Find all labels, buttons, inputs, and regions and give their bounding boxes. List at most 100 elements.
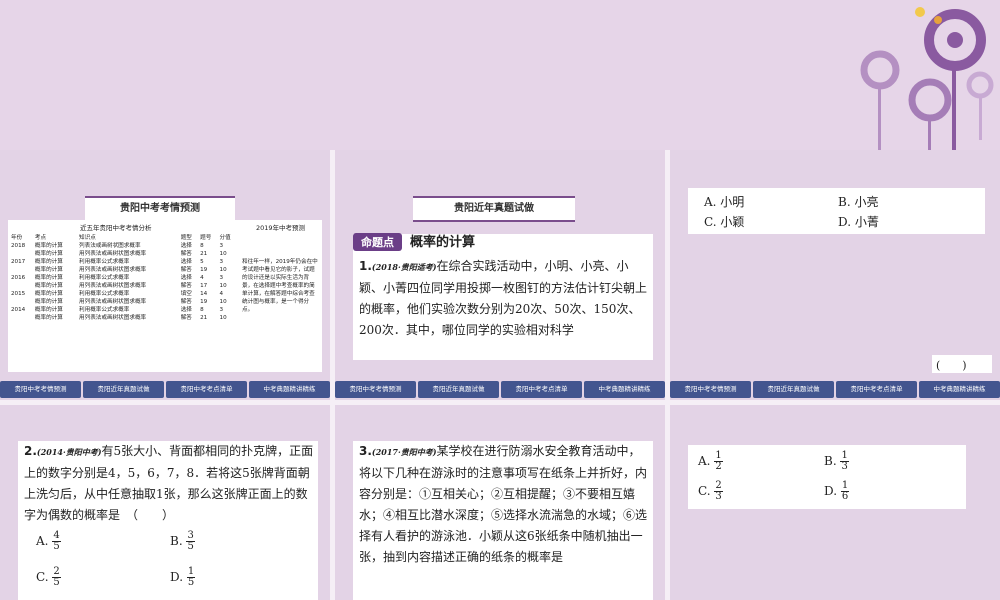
table-cell: 概率的计算 xyxy=(34,243,63,249)
table-cell: 概率的计算 xyxy=(34,291,63,297)
nav-bar: 贵阳中考考情预测 贵阳近年真题试做 贵阳中考考点清单 中考典题精讲精练 xyxy=(0,381,330,400)
table-cell: 3 xyxy=(219,275,224,281)
table-row: 2017 概率的计算 利用概率公式求概率 选择 5 3 xyxy=(10,258,238,266)
table-title: 近五年贵阳中考考情分析 xyxy=(80,224,152,232)
prediction-title: 2019年中考预测 xyxy=(256,224,306,232)
question-number: 1. xyxy=(359,259,372,273)
fraction: 12 xyxy=(714,451,723,472)
table-cell: 概率的计算 xyxy=(34,275,63,281)
table-cell: 2016 xyxy=(11,275,26,281)
table-row: 概率的计算 用列表法或画树状图求概率 解答 21 10 xyxy=(10,314,238,322)
nav-past-papers[interactable]: 贵阳近年真题试做 xyxy=(753,381,834,398)
question-1: 1.(2018·贵阳适考)在综合实践活动中，小明、小亮、小颖、小菁四位同学用投掷… xyxy=(359,256,651,341)
table-cell: 2018 xyxy=(11,243,26,249)
nav-exam-analysis[interactable]: 贵阳中考考情预测 xyxy=(0,381,81,398)
slide-banner: 贵阳近年真题试做 xyxy=(413,196,575,222)
table-cell: 3 xyxy=(219,259,224,265)
denominator: 3 xyxy=(715,491,722,502)
table-row: 概率的计算 用列表法或画树状图求概率 解答 21 10 xyxy=(10,250,238,258)
nav-typical-problems[interactable]: 中考典题精讲精练 xyxy=(584,381,665,398)
nav-exam-analysis[interactable]: 贵阳中考考情预测 xyxy=(670,381,751,398)
table-cell: 概率的计算 xyxy=(34,307,63,313)
table-cell: 10 xyxy=(219,283,227,289)
table-cell xyxy=(10,282,34,290)
table-row: 概率的计算 用列表法或画树状图求概率 解答 19 10 xyxy=(10,266,238,274)
option-c[interactable]: C. 25 xyxy=(36,567,61,588)
table-cell: 解答 xyxy=(180,251,192,257)
option-c[interactable]: C. 小颖 xyxy=(704,213,744,230)
nav-typical-problems[interactable]: 中考典题精讲精练 xyxy=(249,381,330,398)
table-row: 2015 概率的计算 利用概率公式求概率 填空 14 4 xyxy=(10,290,238,298)
table-cell: 21 xyxy=(200,315,208,321)
option-d[interactable]: D. 小菁 xyxy=(838,213,879,230)
question-1-panel: 命题点 概率的计算 1.(2018·贵阳适考)在综合实践活动中，小明、小亮、小颖、… xyxy=(353,233,653,360)
options-panel: A. 小明 B. 小亮 C. 小颖 D. 小菁 xyxy=(688,188,985,234)
fraction: 13 xyxy=(840,451,849,472)
header-number: 题号 xyxy=(200,235,212,241)
table-cell: 利用概率公式求概率 xyxy=(79,259,130,265)
denominator: 5 xyxy=(187,577,195,588)
option-a[interactable]: A. 45 xyxy=(36,531,61,552)
nav-key-points[interactable]: 贵阳中考考点清单 xyxy=(166,381,247,398)
table-cell: 概率的计算 xyxy=(34,267,63,273)
table-row: 概率的计算 用列表法或画树状图求概率 解答 17 10 xyxy=(10,282,238,290)
column-divider xyxy=(665,150,670,600)
table-cell: 选择 xyxy=(180,307,192,313)
table-cell: 解答 xyxy=(180,283,192,289)
table-cell: 概率的计算 xyxy=(34,251,63,257)
table-cell xyxy=(10,314,34,322)
nav-exam-analysis[interactable]: 贵阳中考考情预测 xyxy=(335,381,416,398)
option-label: B. xyxy=(824,454,837,468)
question-2: 2.(2014·贵阳中考)有5张大小、背面都相同的扑克牌，正面上的数字分别是4，… xyxy=(24,441,314,526)
table-cell: 利用概率公式求概率 xyxy=(79,275,130,281)
option-a[interactable]: A. 小明 xyxy=(704,193,744,210)
option-d[interactable]: D. 15 xyxy=(170,567,196,588)
denominator: 5 xyxy=(187,541,194,552)
table-cell: 选择 xyxy=(180,243,192,249)
fraction: 35 xyxy=(186,531,195,552)
table-cell: 概率的计算 xyxy=(34,299,63,305)
table-cell: 选择 xyxy=(180,259,192,265)
topic-badge: 命题点 xyxy=(353,233,402,251)
table-cell: 14 xyxy=(200,291,208,297)
table-cell: 填空 xyxy=(180,291,192,297)
options-panel: A. 12 B. 13 C. 23 D. 16 xyxy=(688,445,966,509)
table-cell: 用列表法或画树状图求概率 xyxy=(79,299,147,305)
denominator: 3 xyxy=(841,461,848,472)
denominator: 5 xyxy=(53,541,60,552)
table-cell: 4 xyxy=(219,291,224,297)
question-source: (2014·贵阳中考) xyxy=(36,447,102,457)
table-cell: 2015 xyxy=(11,291,26,297)
slide-question-2: 2.(2014·贵阳中考)有5张大小、背面都相同的扑克牌，正面上的数字分别是4，… xyxy=(0,405,330,600)
slide-question-3-options: A. 12 B. 13 C. 23 D. 16 xyxy=(670,405,1000,600)
table-cell: 10 xyxy=(219,299,227,305)
nav-past-papers[interactable]: 贵阳近年真题试做 xyxy=(83,381,164,398)
table-cell: 5 xyxy=(200,259,204,265)
nav-key-points[interactable]: 贵阳中考考点清单 xyxy=(501,381,582,398)
answer-blank: ( ) xyxy=(936,359,967,372)
option-a[interactable]: A. 12 xyxy=(698,451,723,472)
option-d[interactable]: D. 16 xyxy=(824,481,850,502)
table-cell: 解答 xyxy=(180,299,192,305)
table-cell: 列表法或画树状图求概率 xyxy=(79,243,141,249)
nav-typical-problems[interactable]: 中考典题精讲精练 xyxy=(919,381,1000,398)
header-year: 年份 xyxy=(11,235,23,241)
analysis-table-panel: 近五年贵阳中考考情分析 2019年中考预测 年份 考点 知识点 题型 题号 分值… xyxy=(8,220,322,372)
table-row: 2016 概率的计算 利用概率公式求概率 选择 4 3 xyxy=(10,274,238,282)
denominator: 2 xyxy=(715,461,722,472)
nav-past-papers[interactable]: 贵阳近年真题试做 xyxy=(418,381,499,398)
option-b[interactable]: B. 13 xyxy=(824,451,849,472)
header-topic: 考点 xyxy=(34,235,47,241)
table-cell: 2017 xyxy=(11,259,26,265)
table-cell: 19 xyxy=(200,299,208,305)
nav-key-points[interactable]: 贵阳中考考点清单 xyxy=(836,381,917,398)
fraction: 23 xyxy=(714,481,723,502)
question-source: (2017·贵阳中考) xyxy=(371,447,437,457)
prediction-text: 和往年一样，2019年仍会在中考试题中看见它的影子，试题的设计还是以实际生活为背… xyxy=(242,259,318,313)
decorative-circles xyxy=(860,7,994,150)
option-b[interactable]: B. 35 xyxy=(170,531,195,552)
option-b[interactable]: B. 小亮 xyxy=(838,193,878,210)
table-row: 2018 概率的计算 列表法或画树状图求概率 选择 8 3 xyxy=(10,242,238,250)
option-c[interactable]: C. 23 xyxy=(698,481,723,502)
question-2-panel: 2.(2014·贵阳中考)有5张大小、背面都相同的扑克牌，正面上的数字分别是4，… xyxy=(18,441,318,600)
